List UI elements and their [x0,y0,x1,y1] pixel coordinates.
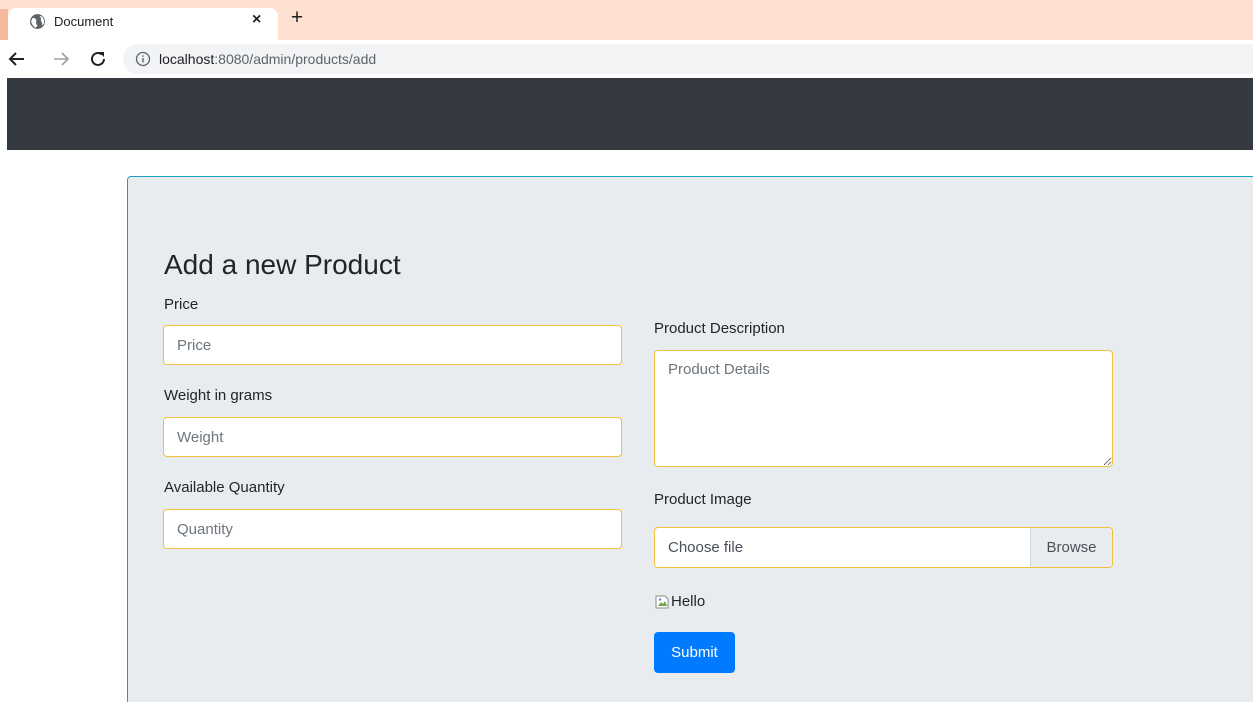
price-input[interactable] [163,325,622,365]
weight-label: Weight in grams [164,387,273,404]
info-icon[interactable] [135,51,151,67]
file-input[interactable]: Choose file Browse [654,527,1113,568]
browser-toolbar: localhost:8080/admin/products/add [0,40,1253,77]
tab-accent [0,9,8,40]
globe-icon [30,14,45,29]
product-image-preview: Hello [654,593,705,610]
url-host: localhost [159,51,215,67]
image-alt-text: Hello [671,593,706,610]
tab-title: Document [54,14,114,29]
browser-tabstrip: Document × + [0,0,1253,40]
price-label: Price [164,296,199,313]
quantity-input[interactable] [163,509,622,549]
weight-input[interactable] [163,417,622,457]
back-arrow-icon[interactable] [6,48,28,70]
close-icon[interactable]: × [252,11,261,29]
url-path: :8080/admin/products/add [214,51,377,67]
url-text: localhost:8080/admin/products/add [159,51,376,67]
browser-tab[interactable]: Document × [8,8,278,40]
address-bar[interactable]: localhost:8080/admin/products/add [123,44,1253,74]
page-title: Add a new Product [164,249,401,280]
form-container: Add a new Product Price Weight in grams … [127,176,1253,702]
browse-button[interactable]: Browse [1030,528,1112,567]
submit-button[interactable]: Submit [654,632,735,673]
reload-icon[interactable] [87,48,109,70]
plus-icon[interactable]: + [287,7,307,28]
file-input-text: Choose file [668,539,744,556]
description-label: Product Description [654,320,785,337]
page-navbar [7,78,1253,150]
description-textarea[interactable] [654,350,1113,467]
broken-image-icon [655,595,669,608]
forward-arrow-icon[interactable] [50,48,72,70]
image-label: Product Image [654,491,752,508]
quantity-label: Available Quantity [164,479,285,496]
